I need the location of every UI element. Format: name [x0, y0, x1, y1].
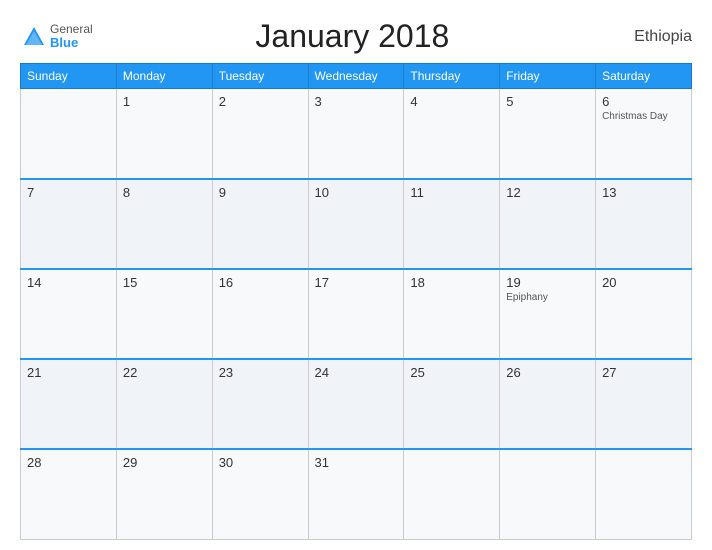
logo: General Blue: [20, 23, 93, 51]
col-thursday: Thursday: [404, 64, 500, 89]
logo-text: General Blue: [50, 23, 93, 50]
holiday-name: Epiphany: [506, 292, 589, 303]
calendar-cell: 22: [116, 359, 212, 449]
calendar-cell: 9: [212, 179, 308, 269]
day-number: 14: [27, 275, 110, 290]
calendar-cell: [21, 89, 117, 179]
day-number: 22: [123, 365, 206, 380]
calendar-cell: 11: [404, 179, 500, 269]
logo-blue-text: Blue: [50, 36, 93, 50]
day-number: 28: [27, 455, 110, 470]
calendar-cell: 12: [500, 179, 596, 269]
day-number: 31: [315, 455, 398, 470]
day-number: 13: [602, 185, 685, 200]
calendar-cell: 16: [212, 269, 308, 359]
calendar-cell: 3: [308, 89, 404, 179]
day-number: 5: [506, 94, 589, 109]
calendar-table: Sunday Monday Tuesday Wednesday Thursday…: [20, 63, 692, 540]
col-tuesday: Tuesday: [212, 64, 308, 89]
calendar-cell: 8: [116, 179, 212, 269]
day-number: 12: [506, 185, 589, 200]
calendar-cell: 27: [596, 359, 692, 449]
day-number: 26: [506, 365, 589, 380]
day-number: 4: [410, 94, 493, 109]
calendar-cell: 14: [21, 269, 117, 359]
day-number: 2: [219, 94, 302, 109]
calendar-cell: [404, 449, 500, 539]
calendar-cell: 28: [21, 449, 117, 539]
day-number: 25: [410, 365, 493, 380]
col-wednesday: Wednesday: [308, 64, 404, 89]
calendar-cell: 7: [21, 179, 117, 269]
col-monday: Monday: [116, 64, 212, 89]
day-number: 29: [123, 455, 206, 470]
day-number: 18: [410, 275, 493, 290]
calendar-cell: 26: [500, 359, 596, 449]
calendar-cell: [596, 449, 692, 539]
calendar-header: General Blue January 2018 Ethiopia: [20, 18, 692, 55]
day-number: 17: [315, 275, 398, 290]
calendar-page: General Blue January 2018 Ethiopia Sunda…: [0, 0, 712, 550]
day-number: 6: [602, 94, 685, 109]
day-number: 20: [602, 275, 685, 290]
day-number: 24: [315, 365, 398, 380]
day-number: 9: [219, 185, 302, 200]
calendar-cell: 2: [212, 89, 308, 179]
calendar-cell: 21: [21, 359, 117, 449]
calendar-cell: 24: [308, 359, 404, 449]
day-number: 8: [123, 185, 206, 200]
calendar-cell: 20: [596, 269, 692, 359]
day-number: 11: [410, 185, 493, 200]
calendar-cell: 31: [308, 449, 404, 539]
country-label: Ethiopia: [612, 28, 692, 46]
calendar-cell: 29: [116, 449, 212, 539]
calendar-week-row: 789 10 11 12 13: [21, 179, 692, 269]
day-number: 10: [315, 185, 398, 200]
day-number: 3: [315, 94, 398, 109]
calendar-cell: 10: [308, 179, 404, 269]
day-number: 27: [602, 365, 685, 380]
calendar-cell: 17: [308, 269, 404, 359]
calendar-cell: 4: [404, 89, 500, 179]
weekday-header-row: Sunday Monday Tuesday Wednesday Thursday…: [21, 64, 692, 89]
day-number: 15: [123, 275, 206, 290]
col-sunday: Sunday: [21, 64, 117, 89]
day-number: 23: [219, 365, 302, 380]
calendar-cell: 15: [116, 269, 212, 359]
calendar-cell: 30: [212, 449, 308, 539]
month-title: January 2018: [93, 18, 612, 55]
calendar-cell: [500, 449, 596, 539]
col-saturday: Saturday: [596, 64, 692, 89]
day-number: 30: [219, 455, 302, 470]
col-friday: Friday: [500, 64, 596, 89]
calendar-week-row: 123456 Christmas Day: [21, 89, 692, 179]
day-number: 21: [27, 365, 110, 380]
day-number: 16: [219, 275, 302, 290]
calendar-cell: 5: [500, 89, 596, 179]
calendar-cell: 18: [404, 269, 500, 359]
day-number: 19: [506, 275, 589, 290]
day-number: 1: [123, 94, 206, 109]
day-number: 7: [27, 185, 110, 200]
calendar-cell: 6 Christmas Day: [596, 89, 692, 179]
calendar-cell: 25: [404, 359, 500, 449]
calendar-cell: 19 Epiphany: [500, 269, 596, 359]
calendar-cell: 1: [116, 89, 212, 179]
holiday-name: Christmas Day: [602, 111, 685, 122]
calendar-week-row: 28 29 30 31: [21, 449, 692, 539]
calendar-week-row: 21 22 23 24 25 26 27: [21, 359, 692, 449]
calendar-week-row: 14 15 16 17 18 19 Epiphany 20: [21, 269, 692, 359]
calendar-cell: 23: [212, 359, 308, 449]
logo-general-text: General: [50, 23, 93, 36]
logo-icon: [20, 23, 48, 51]
calendar-cell: 13: [596, 179, 692, 269]
